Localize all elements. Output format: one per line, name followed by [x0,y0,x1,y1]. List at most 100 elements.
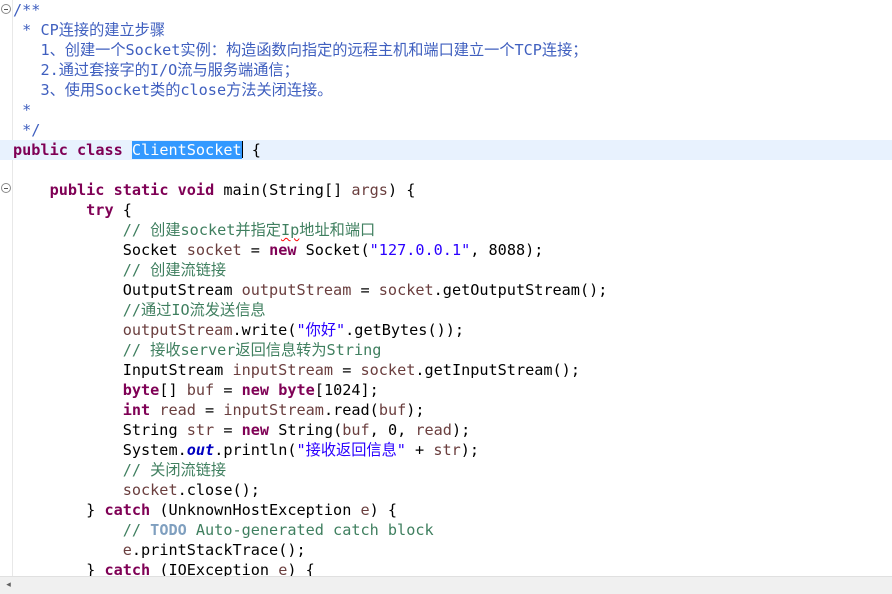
comment-token: //通过IO流发送信息 [122,301,266,319]
code-token: main(String[] [214,181,352,199]
code-line[interactable]: try { [0,200,892,220]
comment-token: * [22,101,32,119]
code-token: buf [186,381,215,399]
code-line[interactable]: // 接收server返回信息转为String [0,340,892,360]
keyword-token: public [13,141,68,159]
comment-token: // 创建流链接 [122,261,227,279]
code-token: args [351,181,388,199]
current-code-line[interactable]: public class ClientSocket { [0,140,892,160]
code-token: buf [378,401,407,419]
code-token: .printStackTrace(); [131,541,306,559]
code-line[interactable]: e.printStackTrace(); [0,540,892,560]
code-line[interactable]: /** [0,0,892,20]
code-line[interactable]: 3、使用Socket类的close方法关闭连接。 [0,80,892,100]
code-line[interactable]: byte[] buf = new byte[1024]; [0,380,892,400]
code-line[interactable]: * [0,100,892,120]
comment-token: 3、使用Socket类的close方法关闭连接。 [40,81,333,99]
code-token: , 8088); [470,241,544,259]
code-token: = [333,361,361,379]
code-token: socket [378,281,434,299]
comment-token: 地址和端口 [299,221,376,239]
code-line[interactable] [0,160,892,180]
code-line[interactable]: public static void main(String[] args) { [0,180,892,200]
comment-token: // 接收server返回信息转为String [122,341,382,359]
code-token: ) { [369,501,398,519]
code-line[interactable]: // 关闭流链接 [0,460,892,480]
selected-text: ClientSocket [131,141,242,159]
comment-token: // 关闭流链接 [122,461,227,479]
comment-token: Ip [280,221,300,239]
code-line[interactable]: socket.close(); [0,480,892,500]
code-line[interactable]: String str = new String(buf, 0, read); [0,420,892,440]
code-token: .getInputStream(); [415,361,580,379]
scroll-left-arrow-icon[interactable]: ◂ [0,577,17,594]
code-line[interactable]: // TODO Auto-generated catch block [0,520,892,540]
code-token: .println( [214,441,297,459]
keyword-token: byte [278,381,315,399]
code-token: System. [122,441,187,459]
comment-token: Auto-generated catch block [186,521,434,539]
code-token: ); [451,421,471,439]
code-token: (UnknownHostException [150,501,361,519]
code-line[interactable]: System.out.println("接收返回信息" + str); [0,440,892,460]
comment-token: * CP连接的建立步骤 [22,21,166,39]
code-line[interactable]: InputStream inputStream = socket.getInpu… [0,360,892,380]
comment-token: 2.通过套接字的I/O流与服务端通信； [40,61,299,79]
code-token: e [360,501,370,519]
code-line[interactable]: OutputStream outputStream = socket.getOu… [0,280,892,300]
code-line[interactable]: */ [0,120,892,140]
keyword-token: class [77,141,123,159]
code-line[interactable]: int read = inputStream.read(buf); [0,400,892,420]
keyword-token: try [86,201,114,219]
keyword-token: byte [122,381,160,399]
code-token: ); [406,401,425,419]
code-line[interactable]: outputStream.write("你好".getBytes()); [0,320,892,340]
comment-token: TODO [150,521,187,539]
code-line[interactable]: //通过IO流发送信息 [0,300,892,320]
string-literal: "127.0.0.1" [369,241,471,259]
code-token: = [214,381,242,399]
keyword-token: void [177,181,215,199]
code-token: ) { [387,181,416,199]
code-line[interactable]: } catch (UnknownHostException e) { [0,500,892,520]
code-token: buf [342,421,370,439]
code-editor[interactable]: /** * CP连接的建立步骤 1、创建一个Socket实例：构造函数向指定的远… [0,0,892,594]
keyword-token: int [122,401,151,419]
code-token: { [113,201,132,219]
code-line[interactable]: * CP连接的建立步骤 [0,20,892,40]
code-line[interactable]: Socket socket = new Socket("127.0.0.1", … [0,240,892,260]
code-line[interactable]: 1、创建一个Socket实例：构造函数向指定的远程主机和端口建立一个TCP连接； [0,40,892,60]
keyword-token: static [113,181,169,199]
code-line[interactable]: // 创建流链接 [0,260,892,280]
code-token: inputStream [232,361,334,379]
code-token: OutputStream [122,281,242,299]
code-token: read [415,421,452,439]
code-token: } [86,501,105,519]
code-line[interactable]: // 创建socket并指定Ip地址和端口 [0,220,892,240]
comment-token: 1、创建一个Socket实例：构造函数向指定的远程主机和端口建立一个TCP连接； [40,41,588,59]
code-token: = [241,241,270,259]
horizontal-scrollbar[interactable]: ◂ [0,576,892,594]
scrollbar-thumb[interactable] [18,580,878,590]
code-token: [1024]; [314,381,379,399]
code-line[interactable]: 2.通过套接字的I/O流与服务端通信； [0,60,892,80]
code-token: = [195,401,224,419]
